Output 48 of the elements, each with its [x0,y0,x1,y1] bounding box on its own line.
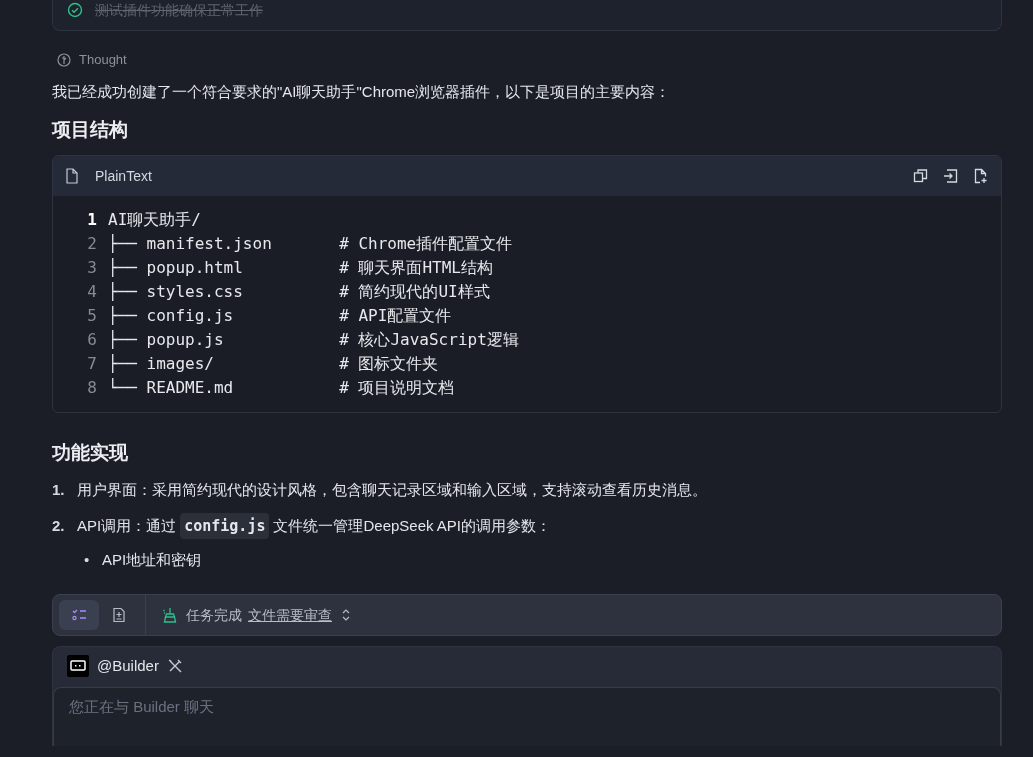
bullet: • [84,550,91,570]
code-line: └── README.md # 项目说明文档 [108,377,455,399]
inline-code: config.js [180,513,270,539]
code-line: ├── popup.js # 核心JavaScript逻辑 [108,329,519,351]
insert-button[interactable] [943,168,959,184]
list-item-text: API调用：通过 config.js 文件统一管理DeepSeek API的调用参数： [77,513,552,539]
new-file-button[interactable] [973,168,989,184]
broom-icon [162,607,178,623]
section-heading: 项目结构 [52,118,129,142]
thought-label[interactable]: Thought [79,50,127,70]
status-text: 任务完成 [186,605,242,625]
file-icon [65,168,79,184]
code-line: ├── popup.html # 聊天界面HTML结构 [108,257,493,279]
section-heading: 功能实现 [52,441,129,465]
line-number: 3 [86,257,97,279]
code-line: ├── styles.css # 简约现代的UI样式 [108,281,490,303]
insert-icon [943,168,958,184]
code-line: ├── manifest.json # Chrome插件配置文件 [108,233,513,255]
thought-icon [57,53,71,67]
copy-icon [913,168,928,184]
list-item-text: 用户界面：采用简约现代的设计风格，包含聊天记录区域和输入区域，支持滚动查看历史消息。 [77,480,707,500]
list-number: 2. [52,516,66,536]
code-language: PlainText [95,166,152,186]
line-number: 4 [86,281,97,303]
list-number: 1. [52,480,66,500]
list-item-text: API地址和密钥 [102,550,202,570]
line-number: 1 [86,209,97,231]
code-line: ├── images/ # 图标文件夹 [108,353,439,375]
review-link[interactable]: 文件需要审查 [248,604,332,626]
chevron-updown-icon [341,608,351,622]
code-line: AI聊天助手/ [108,209,201,231]
copy-button[interactable] [913,168,929,184]
line-number: 2 [86,233,97,255]
new-file-icon [973,168,988,184]
checklist-icon [71,607,87,623]
line-number: 5 [86,305,97,327]
task-item: 测试插件功能确保正常工作 [95,0,263,20]
robot-avatar-icon [67,655,89,677]
toolbar-tab[interactable] [59,600,99,630]
agent-name: @Builder [97,655,159,676]
line-number: 6 [86,329,97,351]
chat-input[interactable]: 您正在与 Builder 聊天 [53,687,1001,746]
code-line: ├── config.js # API配置文件 [108,305,452,327]
line-number: 7 [86,353,97,375]
file-diff-icon [111,607,127,623]
intro-paragraph: 我已经成功创建了一个符合要求的"AI聊天助手"Chrome浏览器插件，以下是项目的主要内容： [52,82,672,102]
line-number: 8 [86,377,97,399]
check-circle-icon [67,2,83,18]
